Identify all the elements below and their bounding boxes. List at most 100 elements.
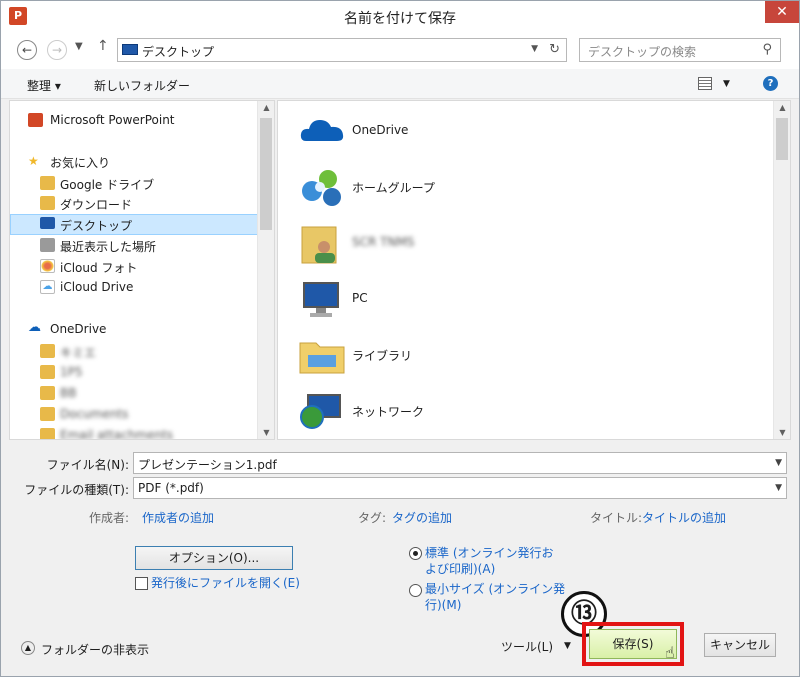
- sidebar-item-onedrive[interactable]: ☁ OneDrive: [10, 319, 259, 340]
- change-view-icon[interactable]: [698, 77, 712, 90]
- scroll-thumb[interactable]: [776, 118, 788, 160]
- search-input[interactable]: デスクトップの検索 ⚲: [579, 38, 781, 62]
- navigation-pane[interactable]: Microsoft PowerPoint ★ お気に入り Google ドライブ…: [9, 100, 275, 440]
- scroll-down-arrow-icon[interactable]: ▼: [774, 428, 790, 437]
- user-folder-icon: [301, 226, 337, 264]
- sidebar-item-label: 1P5: [60, 365, 83, 379]
- help-icon[interactable]: ?: [763, 76, 778, 91]
- file-list-pane[interactable]: OneDrive ホームグループ SCR TNMS PC ライブラリ ネットワー…: [277, 100, 791, 440]
- sidebar-item-folder[interactable]: 1P5: [10, 362, 259, 383]
- sidebar-item-icloud-drive[interactable]: ☁ iCloud Drive: [10, 277, 259, 298]
- sidebar-item-folder[interactable]: キミエ: [10, 341, 259, 362]
- sidebar-item-label: キミエ: [60, 346, 97, 360]
- item-label: PC: [352, 291, 368, 305]
- sidebar-item-label: Email attachments: [60, 428, 174, 440]
- sidebar-item-folder[interactable]: Email attachments: [10, 425, 259, 440]
- save-as-dialog: P 名前を付けて保存 ✕ ← → ▼ ↑ デスクトップ ▼ ↻ デスクトップの検…: [0, 0, 800, 677]
- item-label: ネットワーク: [352, 405, 425, 419]
- filename-input[interactable]: プレゼンテーション1.pdf ▼: [133, 452, 787, 474]
- open-after-publish-checkbox[interactable]: [135, 577, 148, 590]
- open-after-publish-label[interactable]: 発行後にファイルを開く(E): [151, 575, 300, 591]
- options-button[interactable]: オプション(O)...: [135, 546, 293, 570]
- list-item-pc[interactable]: PC: [298, 273, 768, 329]
- sidebar-item-label: デスクトップ: [60, 219, 133, 233]
- sidebar-item-desktop[interactable]: デスクトップ: [10, 214, 259, 235]
- filename-label: ファイル名(N):: [46, 458, 129, 472]
- forward-button[interactable]: →: [47, 40, 67, 60]
- filetype-select[interactable]: PDF (*.pdf) ▼: [133, 477, 787, 499]
- recent-locations-dropdown[interactable]: ▼: [75, 41, 83, 52]
- sidebar-item-powerpoint[interactable]: Microsoft PowerPoint: [10, 110, 259, 131]
- sidebar-item-label: Microsoft PowerPoint: [50, 113, 175, 127]
- computer-icon: [303, 282, 339, 317]
- folder-icon: [40, 428, 55, 439]
- sidebar-item-label: OneDrive: [50, 322, 107, 336]
- chevron-down-icon[interactable]: ▼: [775, 458, 782, 468]
- item-label: ライブラリ: [352, 349, 413, 363]
- view-dropdown-icon[interactable]: ▼: [723, 79, 730, 89]
- sidebar-item-label: ダウンロード: [60, 198, 133, 212]
- powerpoint-icon: [28, 113, 43, 127]
- tools-dropdown-icon[interactable]: ▼: [564, 641, 571, 651]
- list-item-user-folder[interactable]: SCR TNMS: [298, 217, 768, 273]
- icloud-drive-icon: ☁: [40, 280, 55, 294]
- scroll-up-arrow-icon[interactable]: ▲: [774, 103, 790, 112]
- chevron-down-icon[interactable]: ▼: [775, 483, 782, 493]
- close-button[interactable]: ✕: [765, 1, 799, 23]
- navigation-pane-scrollbar[interactable]: ▲ ▼: [257, 101, 274, 439]
- cancel-button[interactable]: キャンセル: [704, 633, 776, 657]
- radio-standard[interactable]: [409, 547, 422, 560]
- title-add-link[interactable]: タイトルの追加: [642, 509, 726, 526]
- sidebar-item-recent-places[interactable]: 最近表示した場所: [10, 235, 259, 256]
- onedrive-icon: ☁: [28, 320, 41, 335]
- sidebar-item-label: iCloud Drive: [60, 280, 134, 294]
- sidebar-item-google-drive[interactable]: Google ドライブ: [10, 173, 259, 194]
- item-label: ホームグループ: [352, 181, 435, 195]
- filetype-label: ファイルの種類(T):: [24, 483, 129, 497]
- radio-standard-label-line1[interactable]: 標準 (オンライン発行お: [425, 545, 554, 561]
- organize-menu[interactable]: 整理 ▾: [27, 77, 61, 94]
- author-add-link[interactable]: 作成者の追加: [142, 509, 214, 526]
- scroll-down-arrow-icon[interactable]: ▼: [258, 428, 274, 437]
- address-text: デスクトップ: [142, 45, 215, 59]
- sidebar-item-icloud-photos[interactable]: iCloud フォト: [10, 256, 259, 277]
- folder-icon: [40, 407, 55, 421]
- folder-icon: [40, 365, 55, 379]
- radio-standard-label-line2[interactable]: よび印刷)(A): [425, 561, 495, 577]
- sidebar-item-folder[interactable]: BB: [10, 383, 259, 404]
- list-item-onedrive[interactable]: OneDrive: [298, 105, 768, 161]
- search-icon: ⚲: [762, 42, 772, 57]
- navigation-bar: ← → ▼ ↑ デスクトップ ▼ ↻ デスクトップの検索 ⚲: [1, 31, 799, 69]
- item-label: OneDrive: [352, 123, 409, 137]
- address-bar[interactable]: デスクトップ ▼ ↻: [117, 38, 567, 62]
- command-toolbar: 整理 ▾ 新しいフォルダー ▼ ?: [1, 69, 799, 99]
- tools-menu[interactable]: ツール(L): [501, 638, 553, 655]
- folder-icon: [40, 386, 55, 400]
- recent-places-icon: [40, 238, 55, 252]
- scroll-thumb[interactable]: [260, 118, 272, 230]
- filetype-value: PDF (*.pdf): [138, 481, 204, 495]
- radio-minimum-label-line1[interactable]: 最小サイズ (オンライン発: [425, 581, 565, 597]
- sidebar-item-folder[interactable]: Documents: [10, 404, 259, 425]
- list-item-library[interactable]: ライブラリ: [298, 329, 768, 385]
- list-item-network[interactable]: ネットワーク: [298, 385, 768, 439]
- save-button[interactable]: 保存(S): [589, 629, 677, 659]
- radio-minimum-label-line2[interactable]: 行)(M): [425, 597, 461, 613]
- refresh-icon[interactable]: ↻: [549, 42, 560, 57]
- sidebar-item-favorites[interactable]: ★ お気に入り: [10, 151, 259, 172]
- sidebar-item-downloads[interactable]: ダウンロード: [10, 193, 259, 214]
- tags-add-link[interactable]: タグの追加: [392, 509, 452, 526]
- radio-minimum-size[interactable]: [409, 584, 422, 597]
- hide-folders-button[interactable]: フォルダーの非表示: [41, 641, 149, 658]
- list-item-homegroup[interactable]: ホームグループ: [298, 161, 768, 217]
- item-label: SCR TNMS: [352, 235, 415, 249]
- new-folder-button[interactable]: 新しいフォルダー: [94, 77, 190, 94]
- scroll-up-arrow-icon[interactable]: ▲: [258, 103, 274, 112]
- address-dropdown-icon[interactable]: ▼: [531, 44, 538, 54]
- file-list-scrollbar[interactable]: ▲ ▼: [773, 101, 790, 439]
- desktop-icon: [122, 44, 138, 55]
- up-button[interactable]: ↑: [97, 38, 109, 54]
- back-button[interactable]: ←: [17, 40, 37, 60]
- chevron-up-icon[interactable]: ▲: [21, 641, 35, 655]
- sidebar-item-label: 最近表示した場所: [60, 240, 157, 254]
